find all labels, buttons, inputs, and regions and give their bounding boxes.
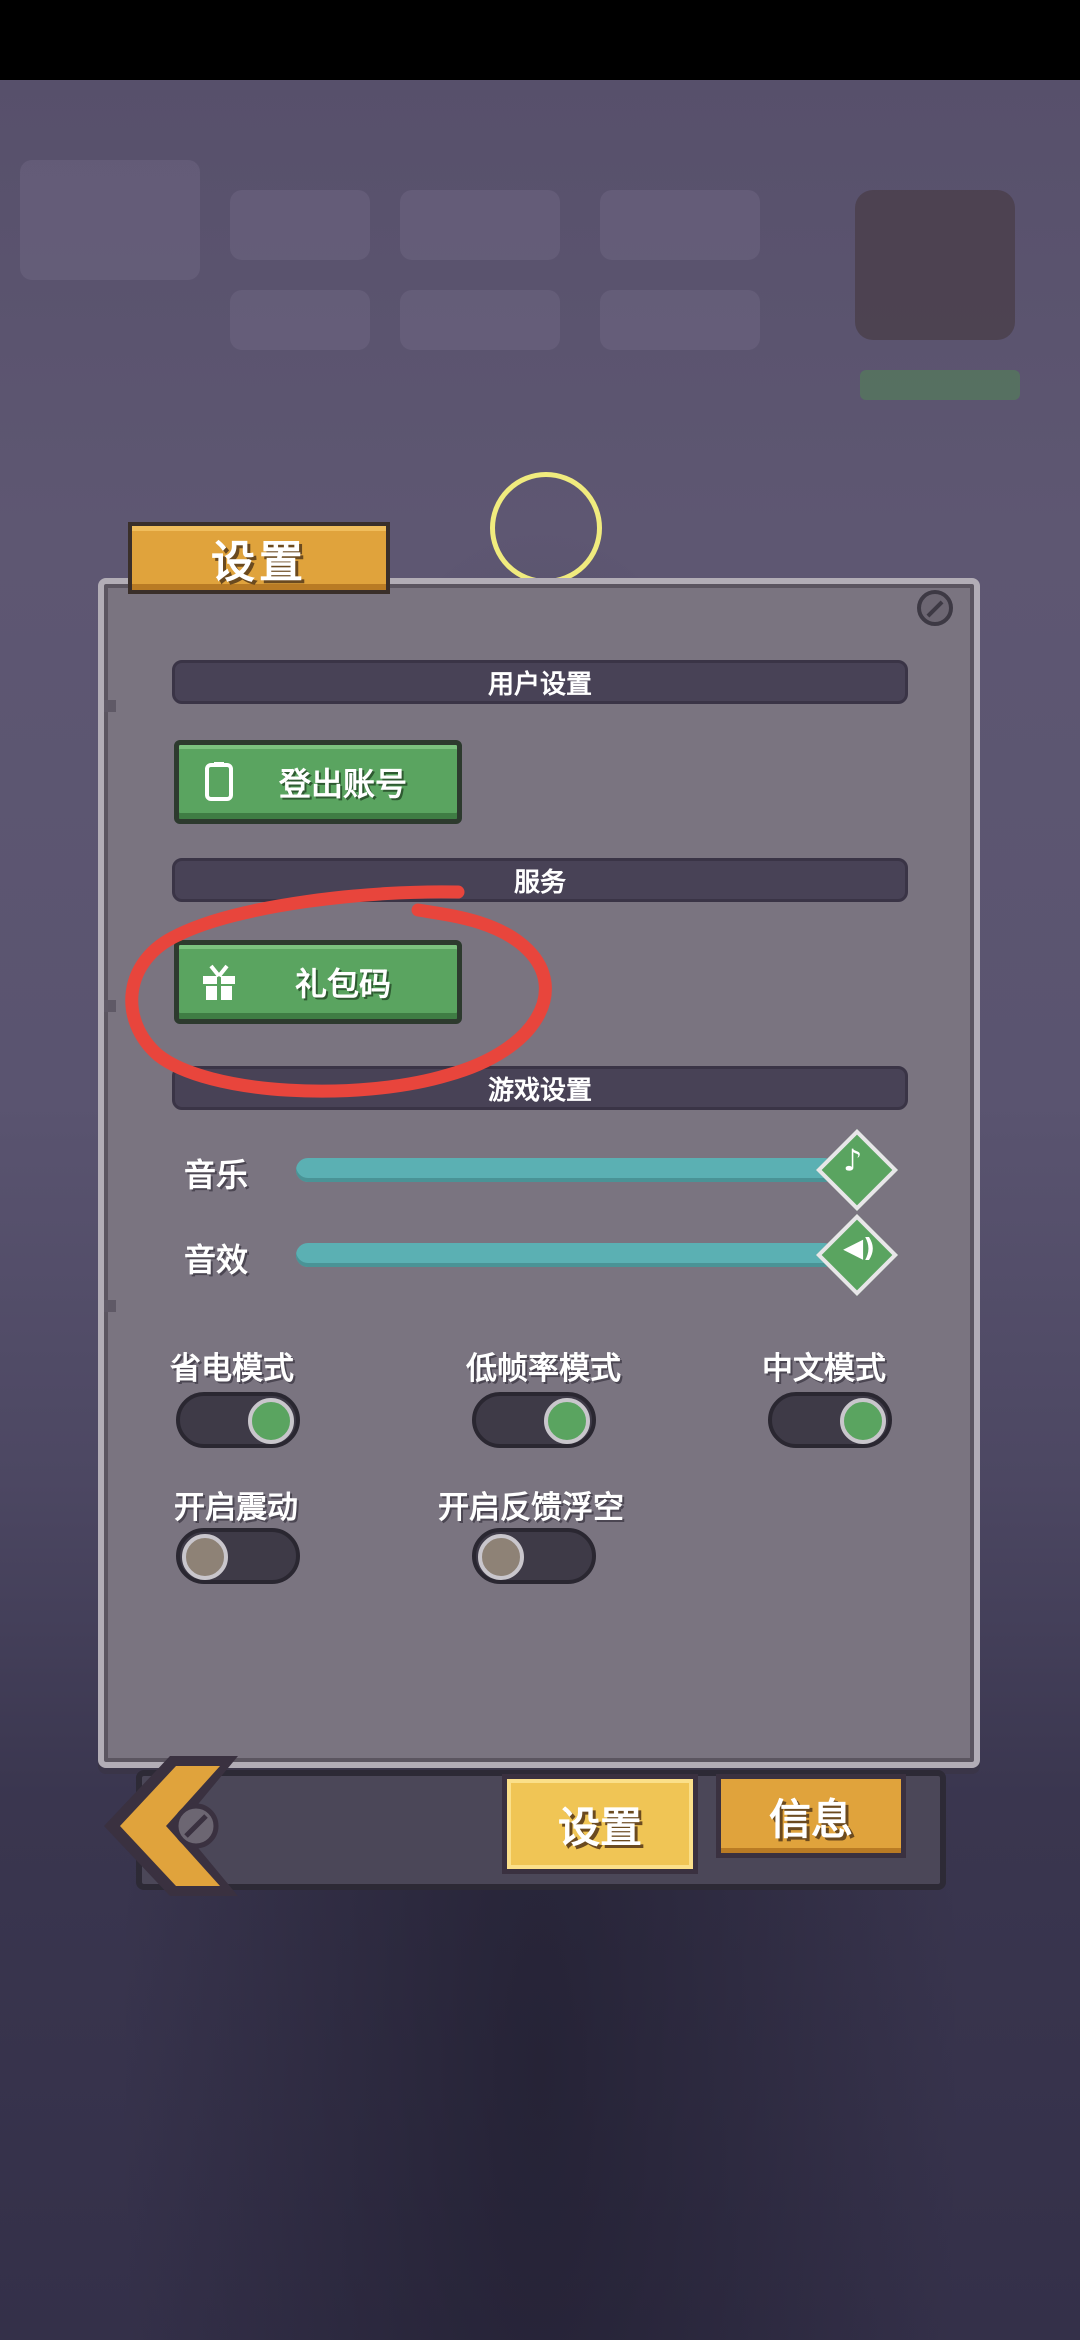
background-item bbox=[600, 290, 760, 350]
panel-decoration bbox=[104, 1000, 116, 1012]
toggle-thumb bbox=[544, 1398, 590, 1444]
sfx-slider-track[interactable] bbox=[296, 1243, 836, 1267]
phone-icon bbox=[189, 762, 249, 802]
touch-indicator bbox=[490, 472, 602, 584]
feedback-float-label: 开启反馈浮空 bbox=[438, 1490, 624, 1526]
tab-settings[interactable]: 设置 bbox=[502, 1774, 698, 1874]
music-note-icon: ♪ bbox=[843, 1143, 863, 1179]
panel-decoration bbox=[104, 1300, 116, 1312]
background-item bbox=[600, 190, 760, 260]
section-header-service: 服务 bbox=[172, 858, 908, 902]
vibration-label: 开启震动 bbox=[174, 1490, 298, 1526]
low-framerate-label: 低帧率模式 bbox=[466, 1351, 621, 1387]
background-item bbox=[230, 190, 370, 260]
background-item bbox=[20, 160, 200, 280]
vibration-toggle[interactable] bbox=[176, 1528, 300, 1584]
chinese-mode-label: 中文模式 bbox=[762, 1351, 886, 1387]
gift-code-button[interactable]: 礼包码 bbox=[174, 940, 462, 1024]
low-framerate-toggle[interactable] bbox=[472, 1392, 596, 1448]
gift-code-label: 礼包码 bbox=[294, 965, 391, 1003]
tab-info[interactable]: 信息 bbox=[716, 1774, 906, 1858]
logout-label: 登出账号 bbox=[278, 765, 407, 803]
section-header-game-settings: 游戏设置 bbox=[172, 1066, 908, 1110]
panel-corner-bolt-icon bbox=[917, 590, 953, 626]
sfx-label: 音效 bbox=[184, 1241, 249, 1279]
toggle-thumb bbox=[248, 1398, 294, 1444]
background-item bbox=[230, 290, 370, 350]
background-item bbox=[400, 190, 560, 260]
music-slider-track[interactable] bbox=[296, 1158, 836, 1182]
back-arrow-icon[interactable] bbox=[100, 1752, 240, 1900]
gift-icon bbox=[189, 962, 249, 1002]
feedback-float-toggle[interactable] bbox=[472, 1528, 596, 1584]
toggle-thumb bbox=[182, 1534, 228, 1580]
power-saving-toggle[interactable] bbox=[176, 1392, 300, 1448]
background-health-bar bbox=[860, 370, 1020, 400]
logout-button[interactable]: 登出账号 bbox=[174, 740, 462, 824]
speaker-icon: ◀) bbox=[843, 1233, 876, 1264]
background-item bbox=[400, 290, 560, 350]
status-bar bbox=[0, 0, 1080, 80]
toggle-thumb bbox=[840, 1398, 886, 1444]
section-header-user-settings: 用户设置 bbox=[172, 660, 908, 704]
music-label: 音乐 bbox=[184, 1156, 249, 1194]
chinese-mode-toggle[interactable] bbox=[768, 1392, 892, 1448]
toggle-thumb bbox=[478, 1534, 524, 1580]
panel-decoration bbox=[104, 700, 116, 712]
background-portrait bbox=[855, 190, 1015, 340]
dialog-title: 设置 bbox=[128, 522, 390, 594]
power-saving-label: 省电模式 bbox=[170, 1351, 294, 1387]
